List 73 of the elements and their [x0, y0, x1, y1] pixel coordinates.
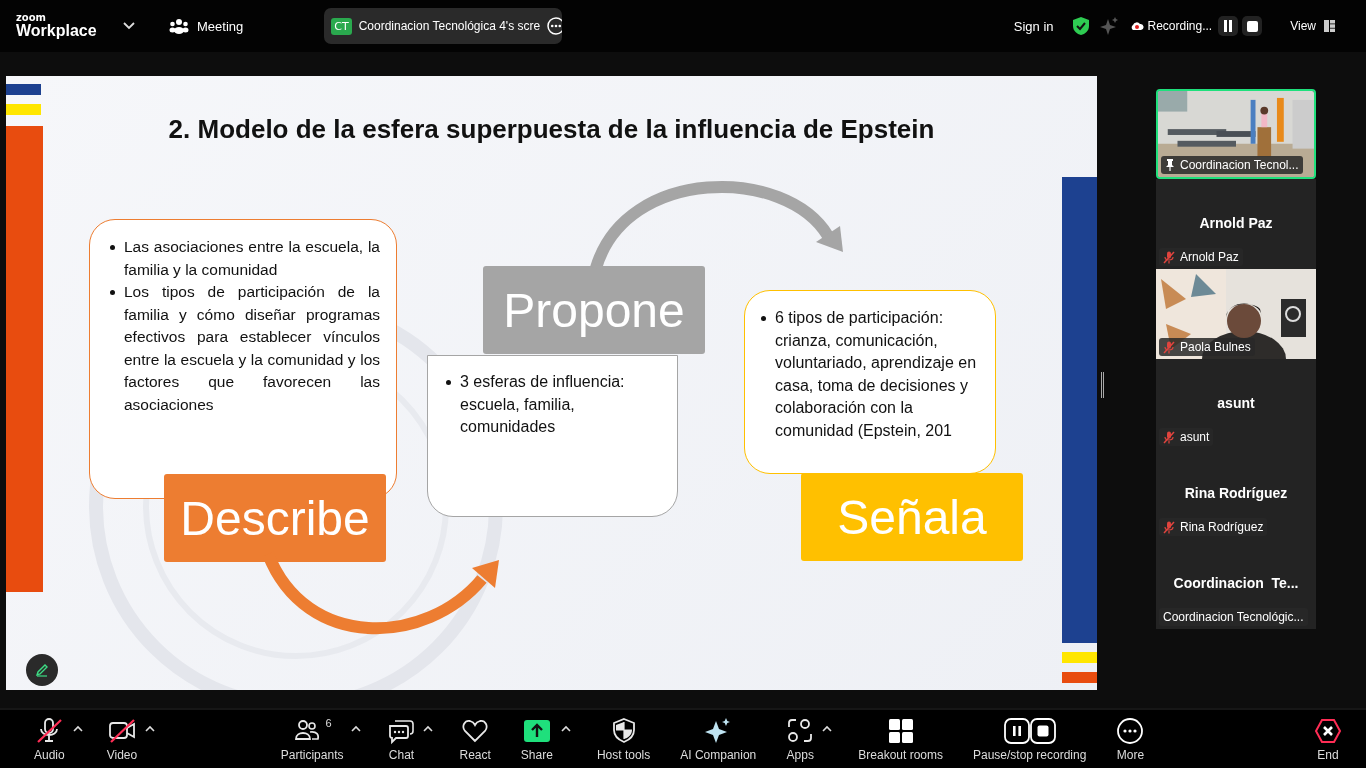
participant-label: Coordinacion Tecnol... — [1180, 158, 1299, 172]
decorative-bar — [1062, 652, 1097, 663]
meeting-label[interactable]: Meeting — [197, 18, 244, 34]
end-hexagon-icon — [1314, 716, 1342, 745]
participant-label: Rina Rodríguez — [1180, 520, 1264, 534]
annotate-button[interactable] — [26, 654, 58, 686]
toolbar-button[interactable]: Pause/stop recording — [969, 716, 1091, 762]
bullet-icon — [446, 380, 451, 385]
label-box: Señala — [801, 473, 1023, 561]
slide-title: 2. Modelo de la esfera superpuesta de la influencia de Epstein — [167, 114, 936, 145]
toolbar-button[interactable]: Video — [102, 716, 142, 762]
more-icon[interactable] — [547, 17, 563, 35]
participant-count: 6 — [325, 716, 332, 729]
participant-label: asunt — [1180, 430, 1210, 444]
toolbar-button[interactable]: End — [1310, 716, 1346, 762]
stop-icon — [1246, 20, 1258, 32]
bullet-text: Las asociaciones entre la escuela, la familia y la comunidad — [124, 237, 380, 280]
toolbar-button[interactable]: React — [455, 716, 495, 762]
pause-button[interactable] — [1218, 16, 1239, 36]
toolbar-button[interactable]: Breakout rooms — [854, 716, 947, 762]
more-icon — [1116, 716, 1145, 745]
toolbar-button[interactable]: Audio — [30, 716, 69, 762]
decorative-bar — [1062, 672, 1097, 683]
bullet-text: Los tipos de participación de la familia y cómo diseñar programas efectivos para establecer vínculos entre la escuela y la comunidad y los factores que favorecen las asociaciones — [124, 282, 380, 415]
participant-label: Coordinacion Tecnológic... — [1163, 610, 1304, 624]
apps-icon — [786, 716, 815, 745]
caret-up-icon[interactable] — [351, 724, 362, 732]
participant-name: Arnold Paz — [1198, 214, 1274, 231]
toolbar-button[interactable]: AI Companion — [676, 716, 761, 762]
logo-small-text: zoom — [16, 13, 47, 23]
participant-name: Rina Rodríguez — [1183, 484, 1289, 501]
caret-up-icon[interactable] — [822, 724, 833, 732]
people-icon — [169, 18, 189, 34]
toolbar-button[interactable]: Host tools — [592, 716, 655, 762]
toolbar-button[interactable]: More — [1112, 716, 1149, 762]
layout-icon[interactable] — [1324, 20, 1335, 32]
sparkle-icon — [1099, 17, 1118, 35]
bullet-icon — [110, 245, 115, 250]
view-button[interactable]: View — [1290, 19, 1316, 33]
pause-icon — [1223, 20, 1234, 32]
pencil-icon — [35, 663, 49, 677]
toolbar-button[interactable]: Share — [516, 716, 557, 762]
stop-button[interactable] — [1242, 16, 1263, 36]
caret-up-icon[interactable] — [145, 724, 156, 732]
sign-in-link[interactable]: Sign in — [1013, 18, 1054, 34]
cloud-icon — [1129, 21, 1144, 31]
grid-icon — [886, 716, 915, 745]
participant-label: Arnold Paz — [1180, 250, 1239, 264]
participant-name: asunt — [1216, 394, 1256, 411]
label-box: Propone — [483, 266, 705, 354]
caret-up-icon[interactable] — [72, 724, 83, 732]
pause-stop-icon — [1003, 716, 1056, 745]
caret-up-icon[interactable] — [423, 724, 434, 732]
bullet-text: 3 esferas de influencia: escuela, familia, comunidades — [460, 372, 626, 437]
bullet-text: 6 tipos de participación: crianza, comunicación, voluntariado, aprendizaje en casa, toma de decisiones y colaboración con la comunidad (Epstein, 201 — [775, 308, 978, 441]
initials-avatar: CT — [331, 17, 352, 35]
label-box: Describe — [164, 474, 386, 562]
logo-text: Workplace — [16, 23, 98, 39]
caret-up-icon[interactable] — [560, 724, 571, 732]
splitter-handle[interactable] — [1101, 372, 1104, 398]
shield-check-icon — [1071, 16, 1090, 36]
participant-label: Paola Bulnes — [1180, 340, 1251, 354]
toolbar-button[interactable]: 6 Participants — [276, 716, 348, 762]
bullet-icon — [761, 316, 766, 321]
participant-name: Coordinacion Te... — [1172, 574, 1300, 591]
toolbar-button[interactable]: Chat — [383, 716, 420, 762]
chevron-down-icon[interactable] — [123, 22, 135, 30]
bullet-icon — [110, 290, 115, 295]
recording-status: Recording... — [1147, 19, 1213, 33]
decorative-bar — [6, 84, 41, 95]
toolbar-button[interactable]: Apps — [782, 716, 819, 762]
decorative-bar — [6, 104, 41, 115]
share-pill[interactable]: CT Coordinacion Tecnológica 4's scre — [324, 8, 563, 44]
